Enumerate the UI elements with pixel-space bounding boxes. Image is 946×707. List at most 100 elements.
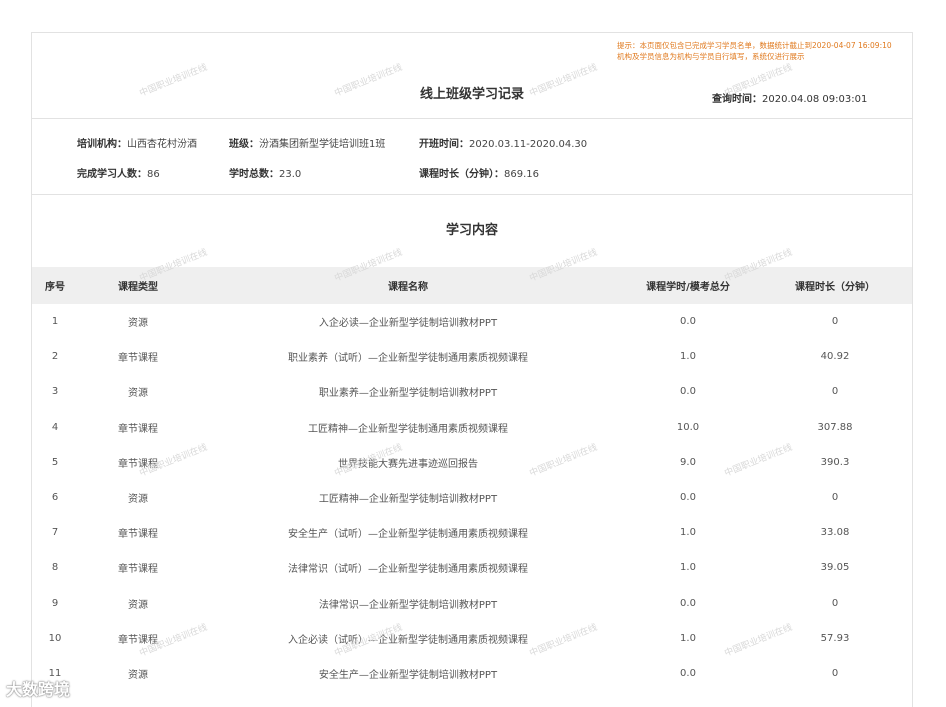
row-type: 资源 bbox=[128, 494, 148, 506]
table-row: 4 章节课程 工匠精神—企业新型学徒制通用素质视频课程 10.0 307.88 bbox=[32, 410, 912, 445]
row-hours: 0.0 bbox=[680, 492, 696, 504]
class-field: 班级：汾酒集团新型学徒培训班1班 bbox=[229, 135, 385, 150]
row-duration: 57.93 bbox=[820, 632, 850, 644]
row-name: 入企必读—企业新型学徒制培训教材PPT bbox=[318, 318, 498, 330]
row-duration: 0 bbox=[831, 492, 839, 504]
row-index: 2 bbox=[51, 351, 59, 363]
row-duration: 0 bbox=[831, 386, 839, 398]
start-value: 2020.03.11-2020.04.30 bbox=[469, 139, 588, 150]
table-header-row: 序号 课程类型 课程名称 课程学时/模考总分 课程时长（分钟） bbox=[32, 267, 912, 304]
col-duration: 课程时长（分钟） bbox=[758, 267, 912, 304]
row-type: 章节课程 bbox=[118, 634, 158, 646]
row-duration: 0 bbox=[831, 597, 839, 609]
row-name: 安全生产—企业新型学徒制培训教材PPT bbox=[318, 669, 498, 681]
row-hours: 0.0 bbox=[680, 316, 696, 328]
row-hours: 1.0 bbox=[680, 632, 696, 644]
class-info: 培训机构：山西杏花村汾酒 班级：汾酒集团新型学徒培训班1班 开班时间：2020.… bbox=[32, 119, 912, 195]
row-hours: 1.0 bbox=[680, 351, 696, 363]
table-row: 1 资源 入企必读—企业新型学徒制培训教材PPT 0.0 0 bbox=[32, 304, 912, 339]
col-index: 序号 bbox=[32, 267, 78, 304]
row-duration: 39.05 bbox=[820, 562, 850, 574]
row-index: 5 bbox=[51, 456, 59, 468]
row-index: 10 bbox=[48, 632, 62, 644]
row-index: 1 bbox=[51, 316, 59, 328]
record-header: 提示：本页面仅包含已完成学习学员名单，数据统计截止到2020-04-07 16:… bbox=[32, 33, 912, 119]
table-row: 6 资源 工匠精神—企业新型学徒制培训教材PPT 0.0 0 bbox=[32, 480, 912, 515]
table-row: 8 章节课程 法律常识（试听）—企业新型学徒制通用素质视频课程 1.0 39.05 bbox=[32, 550, 912, 585]
row-duration: 33.08 bbox=[820, 527, 850, 539]
query-time: 查询时间：2020.04.08 09:03:01 bbox=[712, 90, 867, 105]
row-index: 9 bbox=[51, 597, 59, 609]
row-name: 工匠精神—企业新型学徒制培训教材PPT bbox=[318, 494, 498, 506]
row-duration: 40.92 bbox=[820, 351, 850, 363]
query-time-label: 查询时间： bbox=[712, 94, 762, 105]
row-type: 章节课程 bbox=[118, 458, 158, 470]
course-table: 序号 课程类型 课程名称 课程学时/模考总分 课程时长（分钟） 1 资源 入企必读—… bbox=[32, 267, 912, 691]
row-name: 工匠精神—企业新型学徒制通用素质视频课程 bbox=[308, 423, 508, 435]
row-index: 8 bbox=[51, 562, 59, 574]
duration-label: 课程时长（分钟）： bbox=[419, 169, 504, 180]
org-value: 山西杏花村汾酒 bbox=[127, 139, 197, 150]
done-count-value: 86 bbox=[147, 169, 160, 180]
col-name: 课程名称 bbox=[198, 267, 618, 304]
org-label: 培训机构： bbox=[77, 139, 127, 150]
row-type: 资源 bbox=[128, 669, 148, 681]
row-index: 6 bbox=[51, 492, 59, 504]
row-name: 法律常识（试听）—企业新型学徒制通用素质视频课程 bbox=[288, 564, 528, 576]
row-index: 4 bbox=[51, 421, 59, 433]
row-name: 世界技能大赛先进事迹巡回报告 bbox=[338, 458, 478, 470]
duration-field: 课程时长（分钟）：869.16 bbox=[419, 165, 539, 180]
row-name: 安全生产（试听）—企业新型学徒制通用素质视频课程 bbox=[288, 529, 528, 541]
org-field: 培训机构：山西杏花村汾酒 bbox=[77, 135, 197, 150]
row-hours: 1.0 bbox=[680, 562, 696, 574]
class-label: 班级： bbox=[229, 139, 259, 150]
start-label: 开班时间： bbox=[419, 139, 469, 150]
table-row: 9 资源 法律常识—企业新型学徒制培训教材PPT 0.0 0 bbox=[32, 586, 912, 621]
row-name: 法律常识—企业新型学徒制培训教材PPT bbox=[318, 599, 498, 611]
table-row: 5 章节课程 世界技能大赛先进事迹巡回报告 9.0 390.3 bbox=[32, 445, 912, 480]
notice-line-1: 提示：本页面仅包含已完成学习学员名单，数据统计截止到2020-04-07 16:… bbox=[617, 41, 892, 50]
col-type: 课程类型 bbox=[78, 267, 198, 304]
data-notice: 提示：本页面仅包含已完成学习学员名单，数据统计截止到2020-04-07 16:… bbox=[617, 40, 907, 62]
done-count-label: 完成学习人数： bbox=[77, 169, 147, 180]
hours-value: 23.0 bbox=[279, 169, 302, 180]
row-name: 职业素养—企业新型学徒制培训教材PPT bbox=[318, 388, 498, 400]
duration-value: 869.16 bbox=[504, 169, 539, 180]
row-type: 章节课程 bbox=[118, 529, 158, 541]
row-name: 职业素养（试听）—企业新型学徒制通用素质视频课程 bbox=[288, 353, 528, 365]
corner-logo: 大数跨境 bbox=[6, 680, 71, 699]
row-type: 章节课程 bbox=[118, 564, 158, 576]
query-time-value: 2020.04.08 09:03:01 bbox=[762, 94, 868, 105]
table-row: 10 章节课程 入企必读（试听）—企业新型学徒制通用素质视频课程 1.0 57.93 bbox=[32, 621, 912, 656]
learning-record-card: 提示：本页面仅包含已完成学习学员名单，数据统计截止到2020-04-07 16:… bbox=[31, 32, 913, 707]
hours-label: 学时总数： bbox=[229, 169, 279, 180]
row-type: 章节课程 bbox=[118, 353, 158, 365]
row-index: 7 bbox=[51, 527, 59, 539]
row-type: 资源 bbox=[128, 388, 148, 400]
row-hours: 0.0 bbox=[680, 597, 696, 609]
row-type: 资源 bbox=[128, 599, 148, 611]
row-hours: 10.0 bbox=[676, 421, 700, 433]
row-hours: 0.0 bbox=[680, 667, 696, 679]
start-field: 开班时间：2020.03.11-2020.04.30 bbox=[419, 135, 587, 150]
table-row: 11 资源 安全生产—企业新型学徒制培训教材PPT 0.0 0 bbox=[32, 656, 912, 691]
row-name: 入企必读（试听）—企业新型学徒制通用素质视频课程 bbox=[288, 634, 528, 646]
row-duration: 0 bbox=[831, 667, 839, 679]
row-duration: 390.3 bbox=[820, 456, 850, 468]
row-hours: 9.0 bbox=[680, 456, 696, 468]
row-hours: 0.0 bbox=[680, 386, 696, 398]
row-duration: 307.88 bbox=[817, 421, 853, 433]
row-hours: 1.0 bbox=[680, 527, 696, 539]
hours-field: 学时总数：23.0 bbox=[229, 165, 301, 180]
table-row: 2 章节课程 职业素养（试听）—企业新型学徒制通用素质视频课程 1.0 40.92 bbox=[32, 339, 912, 374]
section-title: 学习内容 bbox=[445, 223, 498, 238]
col-hours: 课程学时/模考总分 bbox=[618, 267, 758, 304]
done-count-field: 完成学习人数：86 bbox=[77, 165, 160, 180]
notice-line-2: 机构及学员信息为机构与学员自行填写，系统仅进行展示 bbox=[617, 52, 805, 61]
row-index: 3 bbox=[51, 386, 59, 398]
class-value: 汾酒集团新型学徒培训班1班 bbox=[259, 139, 386, 150]
table-row: 7 章节课程 安全生产（试听）—企业新型学徒制通用素质视频课程 1.0 33.08 bbox=[32, 515, 912, 550]
table-row: 3 资源 职业素养—企业新型学徒制培训教材PPT 0.0 0 bbox=[32, 374, 912, 409]
row-type: 资源 bbox=[128, 318, 148, 330]
row-duration: 0 bbox=[831, 316, 839, 328]
